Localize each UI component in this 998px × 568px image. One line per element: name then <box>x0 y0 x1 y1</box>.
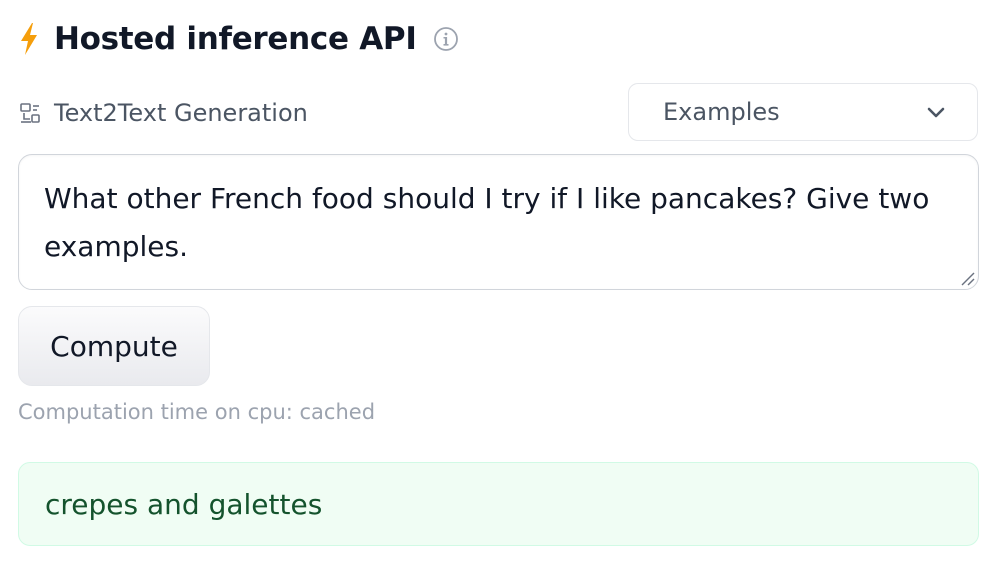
compute-button[interactable]: Compute <box>18 306 210 386</box>
resize-handle-icon[interactable] <box>958 269 976 287</box>
output-result: crepes and galettes <box>18 462 979 546</box>
widget-header: Hosted inference API <box>18 18 459 60</box>
chevron-down-icon <box>927 107 945 118</box>
examples-dropdown[interactable]: Examples <box>628 83 978 141</box>
task-label: Text2Text Generation <box>54 99 308 127</box>
info-circle-icon[interactable] <box>433 26 459 52</box>
prompt-input[interactable]: What other French food should I try if I… <box>18 154 979 290</box>
examples-label: Examples <box>663 98 780 126</box>
lightning-bolt-icon <box>21 23 37 55</box>
widget-title: Hosted inference API <box>54 21 417 57</box>
computation-time-status: Computation time on cpu: cached <box>18 400 376 424</box>
output-text: crepes and galettes <box>45 487 323 521</box>
text2text-icon <box>20 103 40 123</box>
prompt-text: What other French food should I try if I… <box>44 182 930 263</box>
task-type: Text2Text Generation <box>18 93 308 133</box>
